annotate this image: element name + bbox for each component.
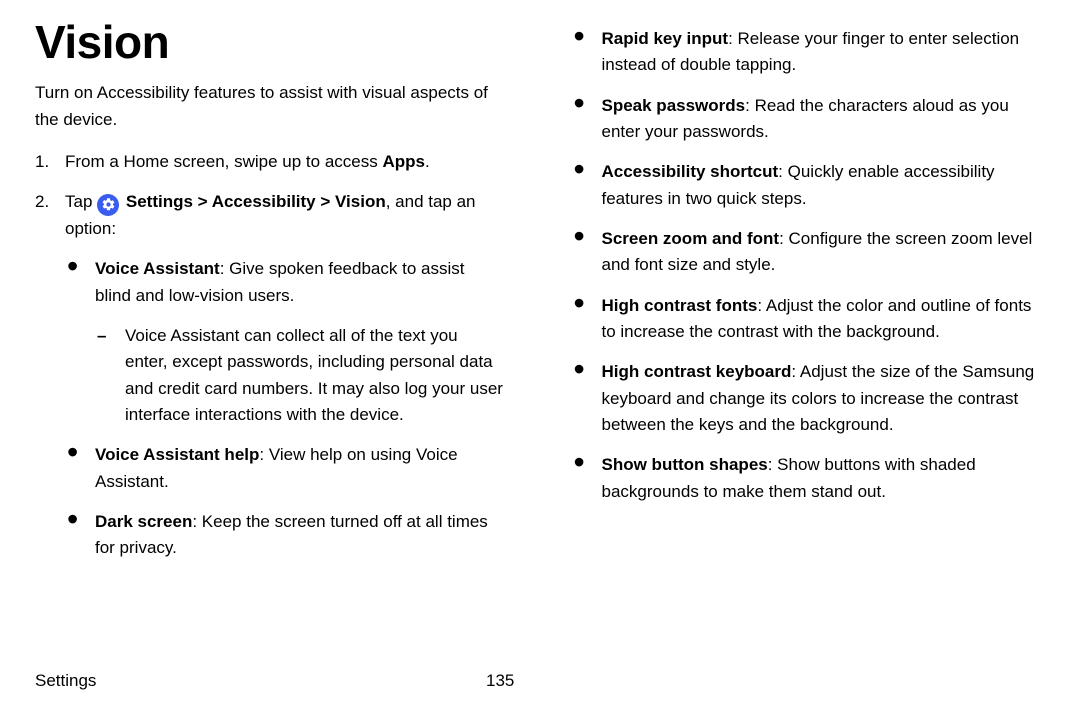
- voice-assistant-note: Voice Assistant can collect all of the t…: [95, 323, 504, 428]
- option-show-button-shapes: Show button shapes: Show buttons with sh…: [572, 452, 1041, 505]
- option-screen-zoom-font-label: Screen zoom and font: [602, 229, 780, 248]
- option-speak-passwords: Speak passwords: Read the characters alo…: [572, 93, 1041, 146]
- settings-icon: [97, 194, 119, 216]
- option-rapid-key-input-label: Rapid key input: [602, 29, 729, 48]
- step-1: 1. From a Home screen, swipe up to acces…: [35, 149, 504, 175]
- option-high-contrast-keyboard: High contrast keyboard: Adjust the size …: [572, 359, 1041, 438]
- step-2-number: 2.: [35, 189, 49, 215]
- path-accessibility: Accessibility: [212, 192, 316, 211]
- option-voice-assistant-help: Voice Assistant help: View help on using…: [65, 442, 504, 495]
- option-voice-assistant-label: Voice Assistant: [95, 259, 220, 278]
- option-accessibility-shortcut-label: Accessibility shortcut: [602, 162, 779, 181]
- option-screen-zoom-font: Screen zoom and font: Configure the scre…: [572, 226, 1041, 279]
- step-2-tap: Tap: [65, 192, 97, 211]
- option-dark-screen: Dark screen: Keep the screen turned off …: [65, 509, 504, 562]
- step-1-text-pre: From a Home screen, swipe up to access: [65, 152, 382, 171]
- option-high-contrast-keyboard-label: High contrast keyboard: [602, 362, 792, 381]
- option-accessibility-shortcut: Accessibility shortcut: Quickly enable a…: [572, 159, 1041, 212]
- option-voice-assistant-help-label: Voice Assistant help: [95, 445, 259, 464]
- option-rapid-key-input: Rapid key input: Release your finger to …: [572, 26, 1041, 79]
- option-high-contrast-fonts-label: High contrast fonts: [602, 296, 758, 315]
- path-sep-2: >: [316, 192, 335, 211]
- footer-section: Settings: [35, 668, 96, 694]
- page-number: 135: [486, 668, 514, 694]
- step-1-number: 1.: [35, 149, 49, 175]
- page-title: Vision: [35, 18, 504, 66]
- path-vision: Vision: [335, 192, 386, 211]
- path-settings: Settings: [126, 192, 193, 211]
- intro-paragraph: Turn on Accessibility features to assist…: [35, 80, 504, 133]
- option-high-contrast-fonts: High contrast fonts: Adjust the color an…: [572, 293, 1041, 346]
- option-speak-passwords-label: Speak passwords: [602, 96, 746, 115]
- option-dark-screen-label: Dark screen: [95, 512, 192, 531]
- option-show-button-shapes-label: Show button shapes: [602, 455, 768, 474]
- path-sep-1: >: [193, 192, 212, 211]
- step-2: 2. Tap Settings > Accessibility > Vision…: [35, 189, 504, 561]
- option-voice-assistant: Voice Assistant: Give spoken feedback to…: [65, 256, 504, 428]
- step-1-apps: Apps: [382, 152, 425, 171]
- step-1-text-post: .: [425, 152, 430, 171]
